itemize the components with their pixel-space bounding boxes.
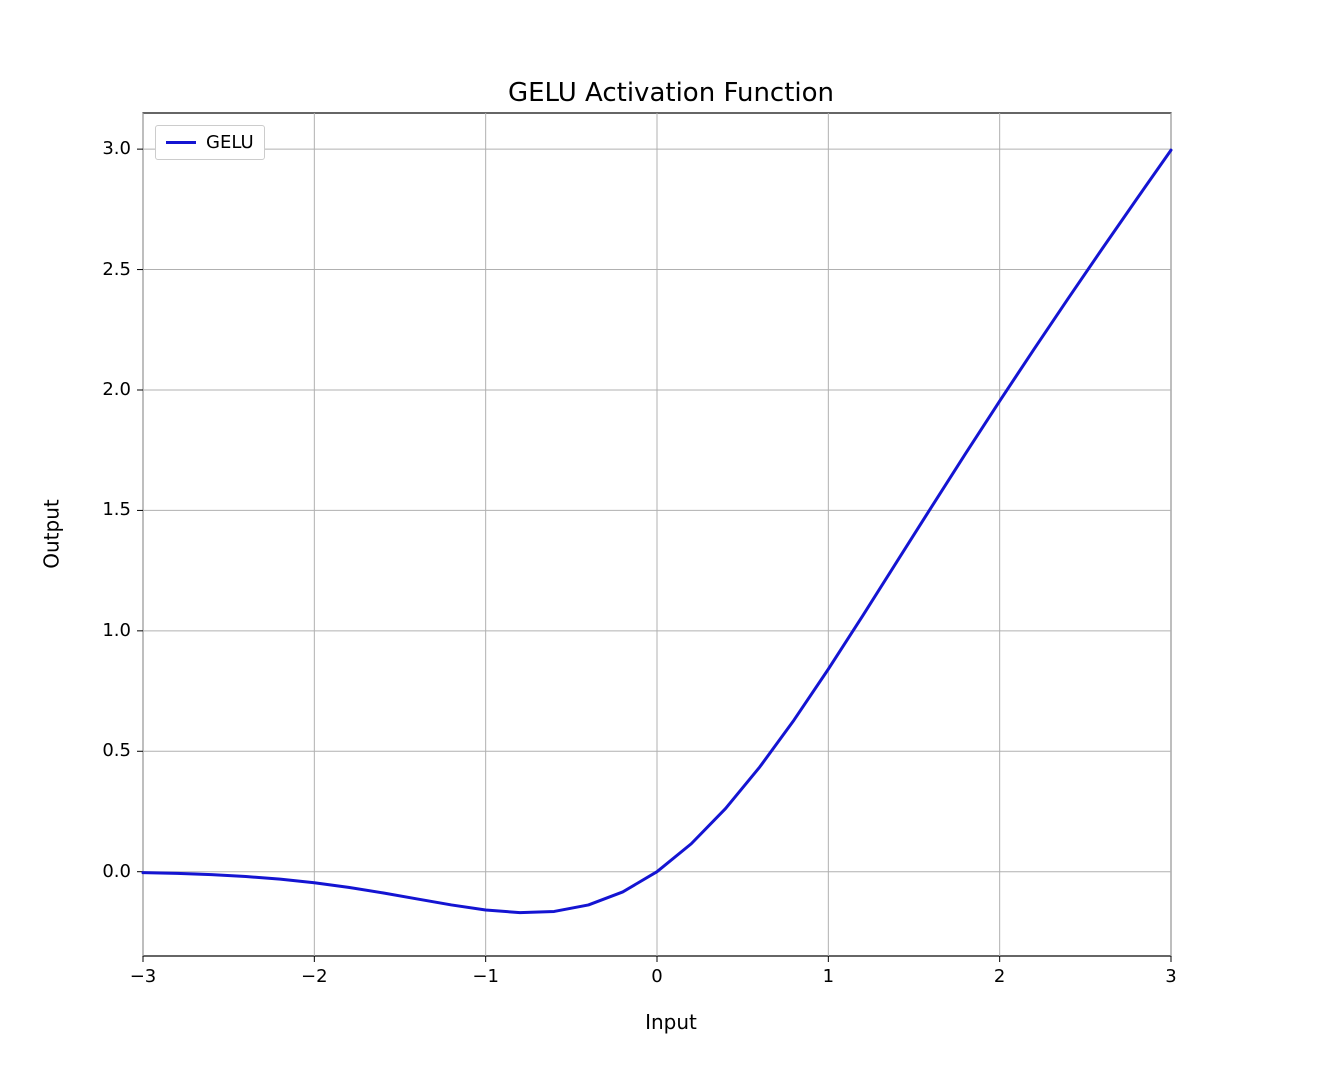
legend-label: GELU bbox=[206, 132, 254, 153]
y-tick-label: 3.0 bbox=[102, 138, 131, 159]
y-tick-label: 2.0 bbox=[102, 379, 131, 400]
x-ticks bbox=[143, 956, 1171, 962]
y-tick-label: 0.0 bbox=[102, 861, 131, 882]
x-tick-label: −2 bbox=[284, 966, 344, 987]
y-ticks bbox=[137, 149, 143, 872]
x-tick-label: 2 bbox=[970, 966, 1030, 987]
chart-figure: GELU Activation Function Output Input −3… bbox=[0, 0, 1342, 1067]
x-tick-label: 0 bbox=[627, 966, 687, 987]
x-tick-label: 3 bbox=[1141, 966, 1201, 987]
y-tick-label: 0.5 bbox=[102, 740, 131, 761]
y-tick-label: 1.5 bbox=[102, 499, 131, 520]
x-tick-label: −3 bbox=[113, 966, 173, 987]
gridlines-vertical bbox=[143, 113, 1171, 956]
x-tick-label: 1 bbox=[798, 966, 858, 987]
chart-svg bbox=[0, 0, 1342, 1067]
y-tick-label: 1.0 bbox=[102, 620, 131, 641]
legend: GELU bbox=[155, 125, 265, 160]
x-tick-label: −1 bbox=[456, 966, 516, 987]
legend-swatch bbox=[166, 141, 196, 144]
y-tick-label: 2.5 bbox=[102, 259, 131, 280]
